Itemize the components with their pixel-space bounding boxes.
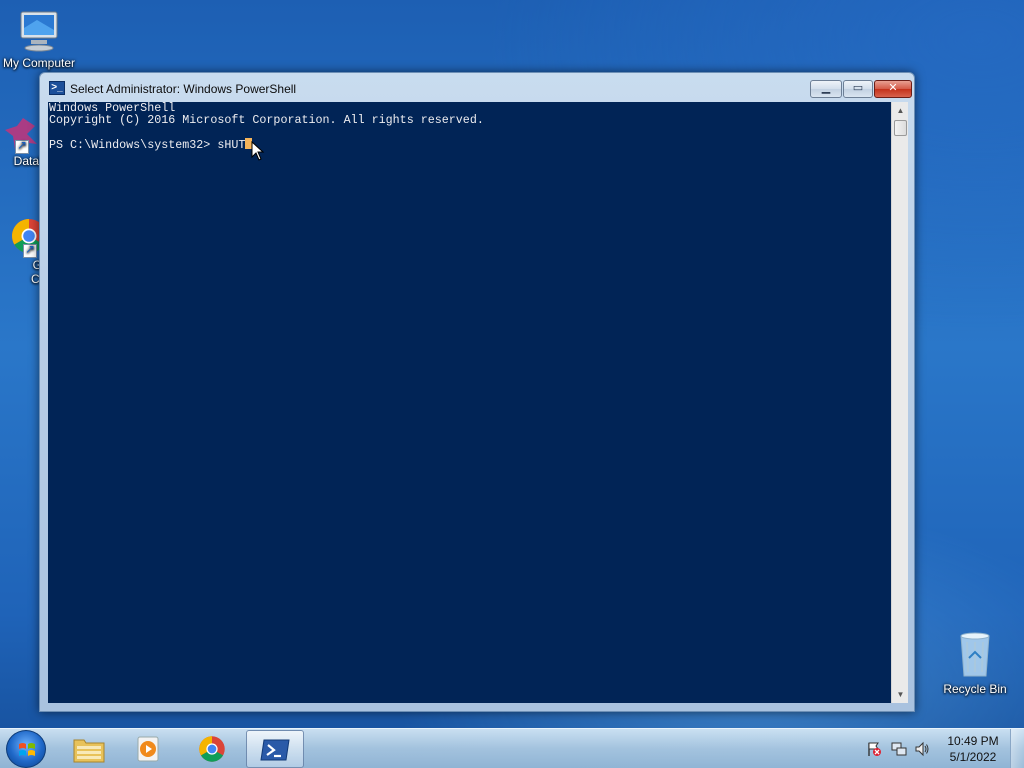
shortcut-arrow-icon xyxy=(15,138,29,154)
console-prompt-text: PS C:\Windows\system32> sHUT xyxy=(49,138,246,152)
maximize-button[interactable]: ▭ xyxy=(843,80,873,98)
window-titlebar[interactable]: >_ Select Administrator: Windows PowerSh… xyxy=(40,73,914,101)
datawedge-icon xyxy=(1,112,41,154)
desktop-icon-my-computer[interactable]: My Computer xyxy=(0,8,78,70)
desktop-icon-label: Recycle Bin xyxy=(943,682,1007,696)
desktop-icon-recycle-bin[interactable]: Recycle Bin xyxy=(936,630,1014,696)
mouse-pointer-icon xyxy=(251,141,265,161)
clock-time: 10:49 PM xyxy=(947,734,999,748)
folder-icon xyxy=(73,739,105,763)
taskbar: 10:49 PM 5/1/2022 xyxy=(0,728,1024,768)
taskbar-media-player-button[interactable] xyxy=(120,730,178,768)
start-button[interactable] xyxy=(6,730,46,768)
close-button[interactable]: ✕ xyxy=(874,80,912,98)
scroll-up-arrow-icon[interactable]: ▲ xyxy=(892,102,909,119)
chrome-icon xyxy=(199,736,225,762)
recycle-bin-icon xyxy=(960,632,990,677)
console-prompt-line: PS C:\Windows\system32> sHUT xyxy=(49,138,891,152)
taskbar-chrome-button[interactable] xyxy=(183,730,241,768)
powershell-icon xyxy=(260,739,290,761)
network-icon[interactable] xyxy=(891,741,907,757)
media-player-icon xyxy=(137,736,159,762)
powershell-window[interactable]: >_ Select Administrator: Windows PowerSh… xyxy=(39,72,915,712)
show-desktop-button[interactable] xyxy=(1010,729,1024,768)
powershell-icon: >_ xyxy=(49,81,65,95)
windows-logo-icon xyxy=(19,743,35,756)
console-line: Copyright (C) 2016 Microsoft Corporation… xyxy=(49,113,484,127)
computer-icon xyxy=(20,11,58,52)
window-title: Select Administrator: Windows PowerShell xyxy=(70,82,297,96)
console-output[interactable]: Windows PowerShell Copyright (C) 2016 Mi… xyxy=(48,102,891,703)
desktop-icon-label: My Computer xyxy=(2,56,76,70)
scroll-down-arrow-icon[interactable]: ▼ xyxy=(892,686,909,703)
taskbar-explorer-button[interactable] xyxy=(60,730,118,768)
minimize-button[interactable]: ▁ xyxy=(810,80,842,98)
taskbar-clock[interactable]: 10:49 PM 5/1/2022 xyxy=(942,733,1004,765)
taskbar-powershell-button[interactable] xyxy=(246,730,304,768)
vertical-scrollbar[interactable]: ▲ ▼ xyxy=(891,102,908,703)
clock-date: 5/1/2022 xyxy=(949,750,997,764)
volume-icon[interactable] xyxy=(914,741,930,757)
system-tray xyxy=(862,739,942,759)
shortcut-arrow-icon xyxy=(23,242,37,258)
scrollbar-thumb[interactable] xyxy=(894,120,907,136)
action-center-flag-icon[interactable] xyxy=(866,741,882,757)
